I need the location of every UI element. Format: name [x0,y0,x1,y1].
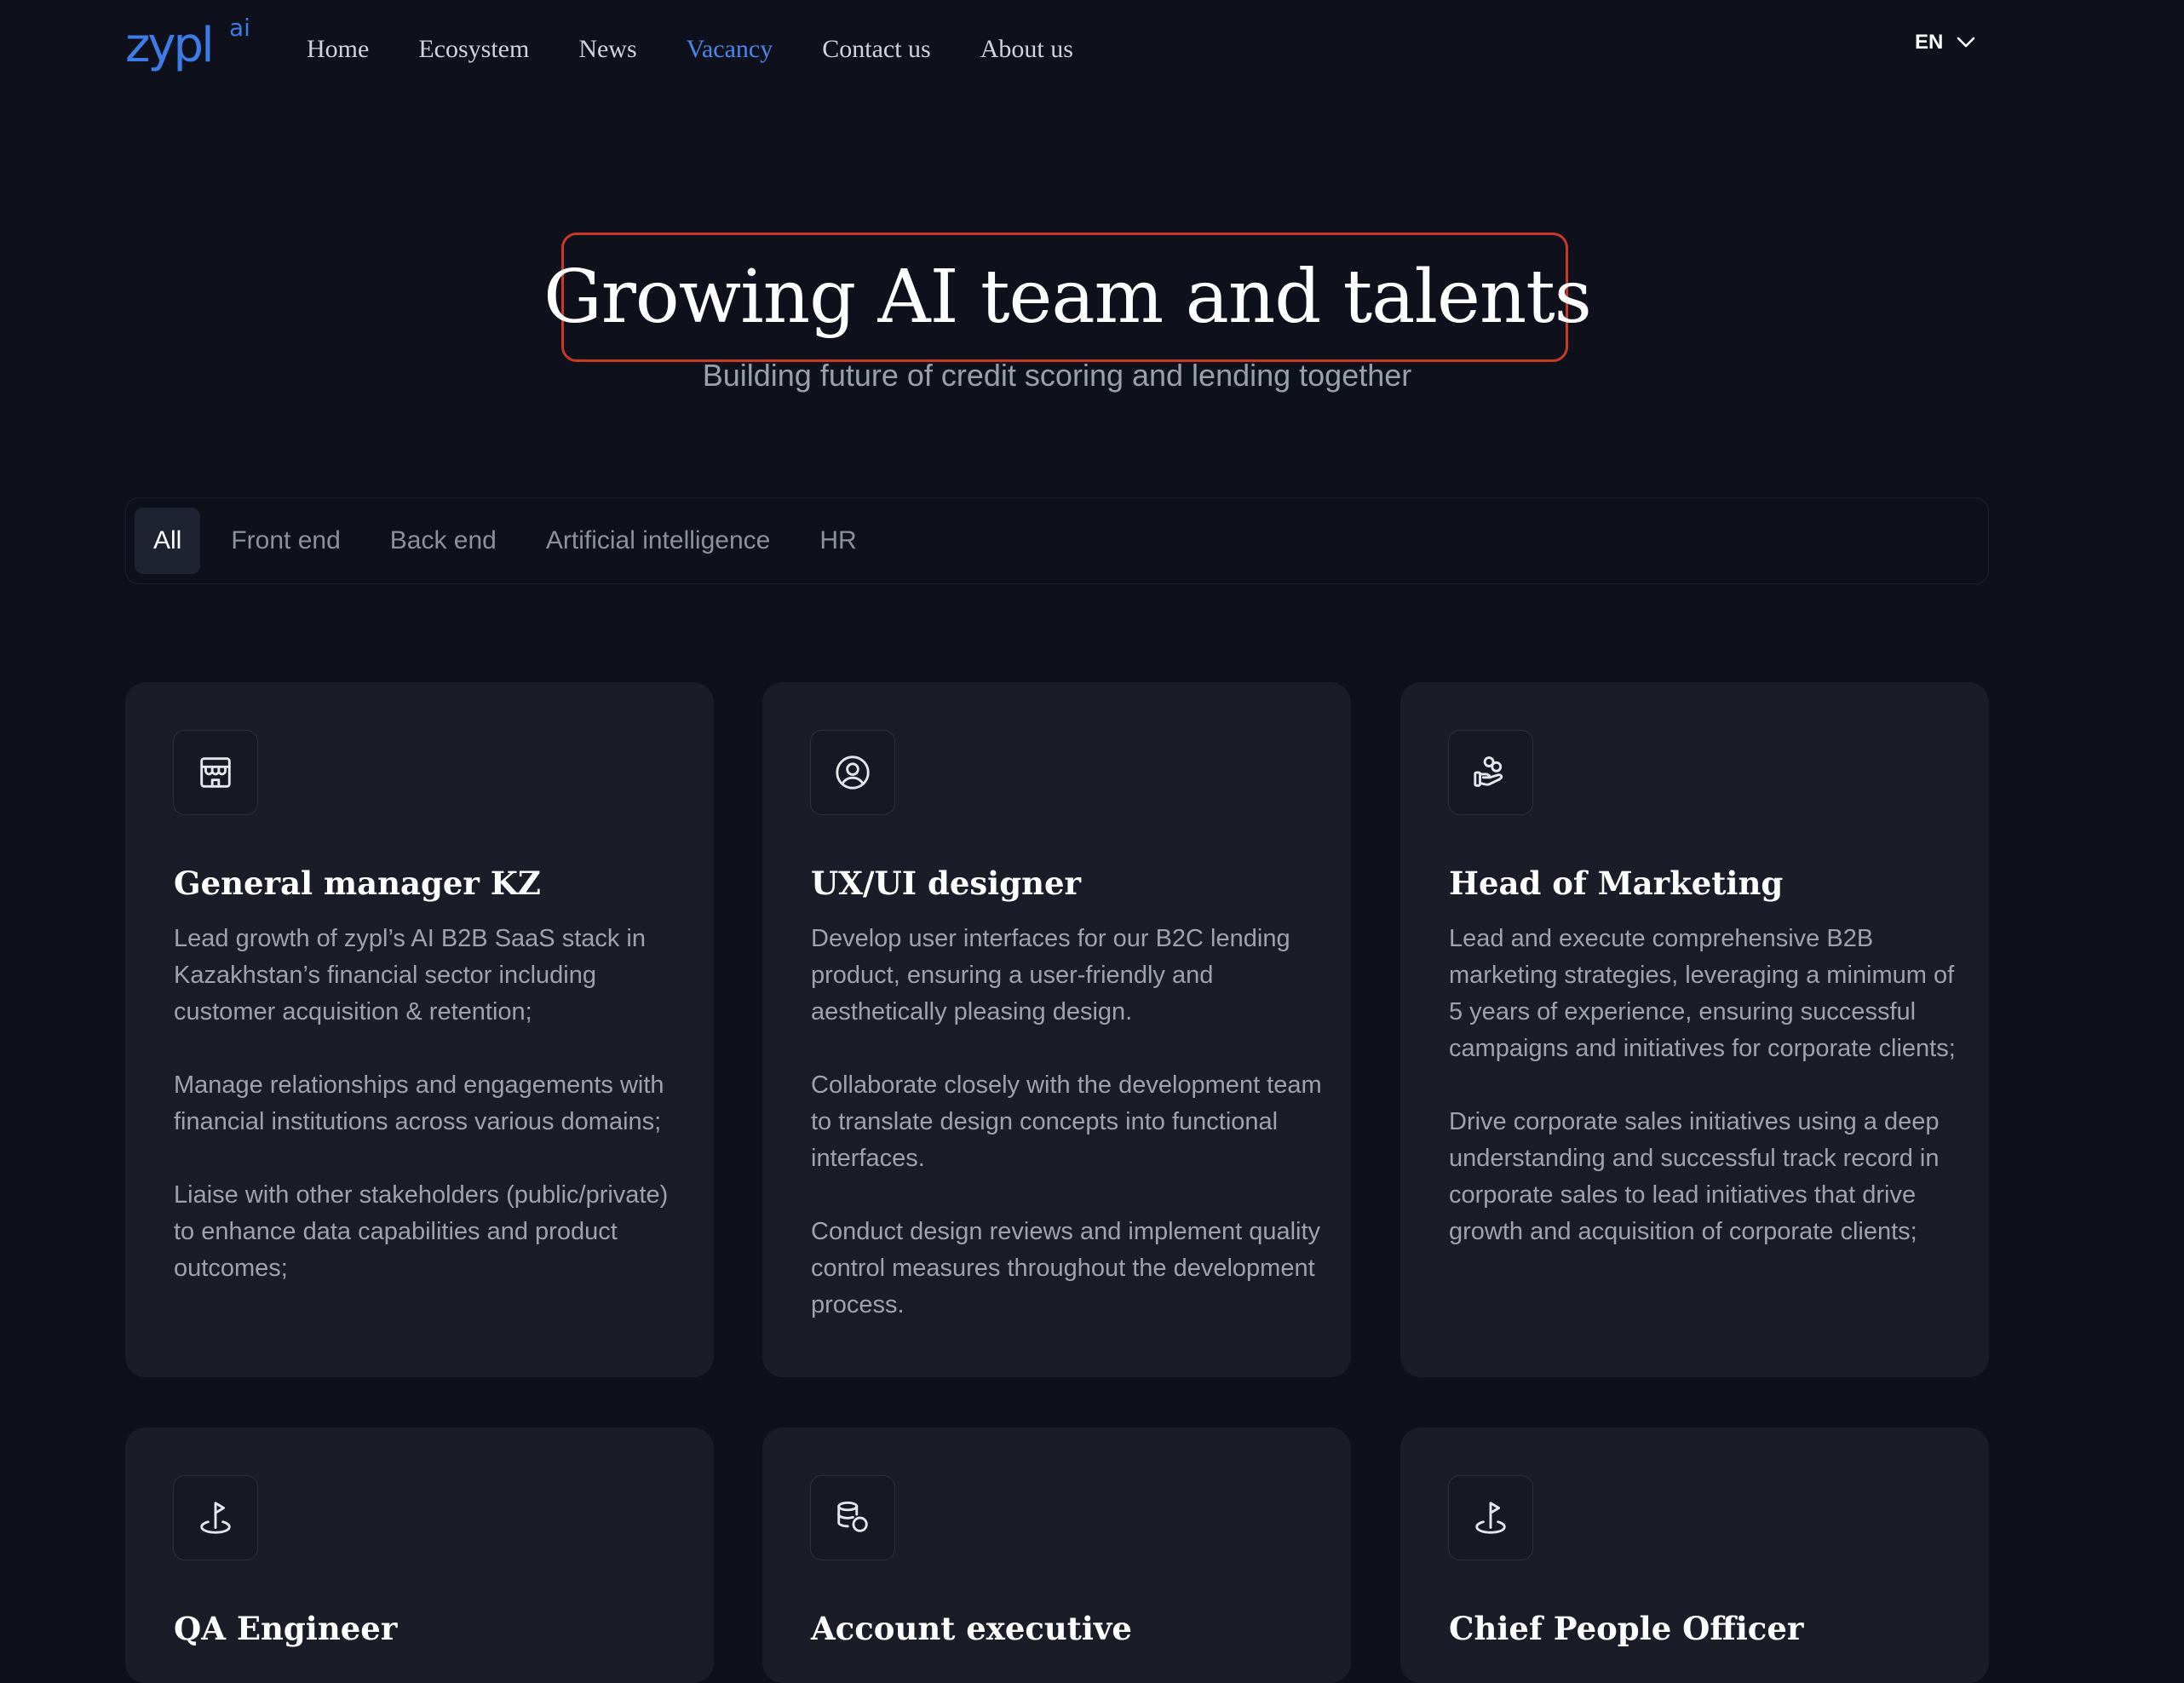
vacancy-title: QA Engineer [174,1610,398,1647]
page-title: Growing AI team and talents [543,255,1592,340]
nav-link-news[interactable]: News [578,35,636,64]
category-filter-bar: All Front end Back end Artificial intell… [125,497,1989,584]
language-selector[interactable]: EN [1915,31,1975,55]
description-paragraph: Liaise with other stakeholders (public/p… [174,1181,669,1282]
vacancy-description: Lead growth of zypl’s AI B2B SaaS stack … [174,921,685,1324]
nav-link-vacancy[interactable]: Vacancy [687,35,773,64]
coins-stack-icon [810,1475,895,1560]
user-circle-icon [810,730,895,815]
vacancy-title: General manager KZ [174,864,541,902]
logo-superscript: ai [229,14,250,42]
nav-link-ecosystem[interactable]: Ecosystem [418,35,529,64]
vacancy-title: UX/UI designer [811,864,1082,902]
nav-links: Home Ecosystem News Vacancy Contact us A… [307,0,1123,99]
vacancy-title: Chief People Officer [1449,1610,1804,1647]
flag-pin-icon [173,1475,258,1560]
flag-pin-icon [1448,1475,1533,1560]
vacancy-title: Head of Marketing [1449,864,1784,902]
description-paragraph: Drive corporate sales initiatives using … [1449,1108,1940,1245]
filter-tab-hr[interactable]: HR [801,508,875,574]
vacancy-description: Lead and execute comprehensive B2B marke… [1449,921,1960,1287]
vacancy-card[interactable]: Chief People Officer [1400,1427,1989,1683]
vacancy-card[interactable]: Head of Marketing Lead and execute compr… [1400,682,1989,1377]
vacancy-card[interactable]: General manager KZ Lead growth of zypl’s… [125,682,714,1377]
vacancy-card[interactable]: UX/UI designer Develop user interfaces f… [762,682,1351,1377]
page-subtitle: Building future of credit scoring and le… [702,358,1412,393]
description-paragraph: Collaborate closely with the development… [811,1071,1322,1172]
top-navigation: zypl ai Home Ecosystem News Vacancy Cont… [0,0,2184,99]
nav-link-home[interactable]: Home [307,35,369,64]
chevron-down-icon [1957,37,1975,48]
description-paragraph: Conduct design reviews and implement qua… [811,1218,1321,1318]
filter-tab-front-end[interactable]: Front end [212,508,359,574]
filter-tab-artificial-intelligence[interactable]: Artificial intelligence [527,508,789,574]
vacancy-title: Account executive [811,1610,1132,1647]
filter-tab-back-end[interactable]: Back end [371,508,515,574]
description-paragraph: Lead growth of zypl’s AI B2B SaaS stack … [174,925,647,1025]
vacancy-card[interactable]: Account executive [762,1427,1351,1683]
description-paragraph: Manage relationships and engagements wit… [174,1071,664,1135]
nav-link-contact-us[interactable]: Contact us [822,35,931,64]
description-paragraph: Develop user interfaces for our B2C lend… [811,925,1290,1025]
nav-link-about-us[interactable]: About us [980,35,1073,64]
vacancy-card[interactable]: QA Engineer [125,1427,714,1683]
vacancy-description: Develop user interfaces for our B2C lend… [811,921,1322,1360]
building-icon [173,730,258,815]
description-paragraph: Lead and execute comprehensive B2B marke… [1449,925,1956,1062]
hand-coins-icon [1448,730,1533,815]
hero-title-box: Growing AI team and talents [543,233,1592,362]
filter-tab-all[interactable]: All [135,508,201,574]
language-label: EN [1915,31,1944,54]
logo-text: zypl [125,18,215,73]
